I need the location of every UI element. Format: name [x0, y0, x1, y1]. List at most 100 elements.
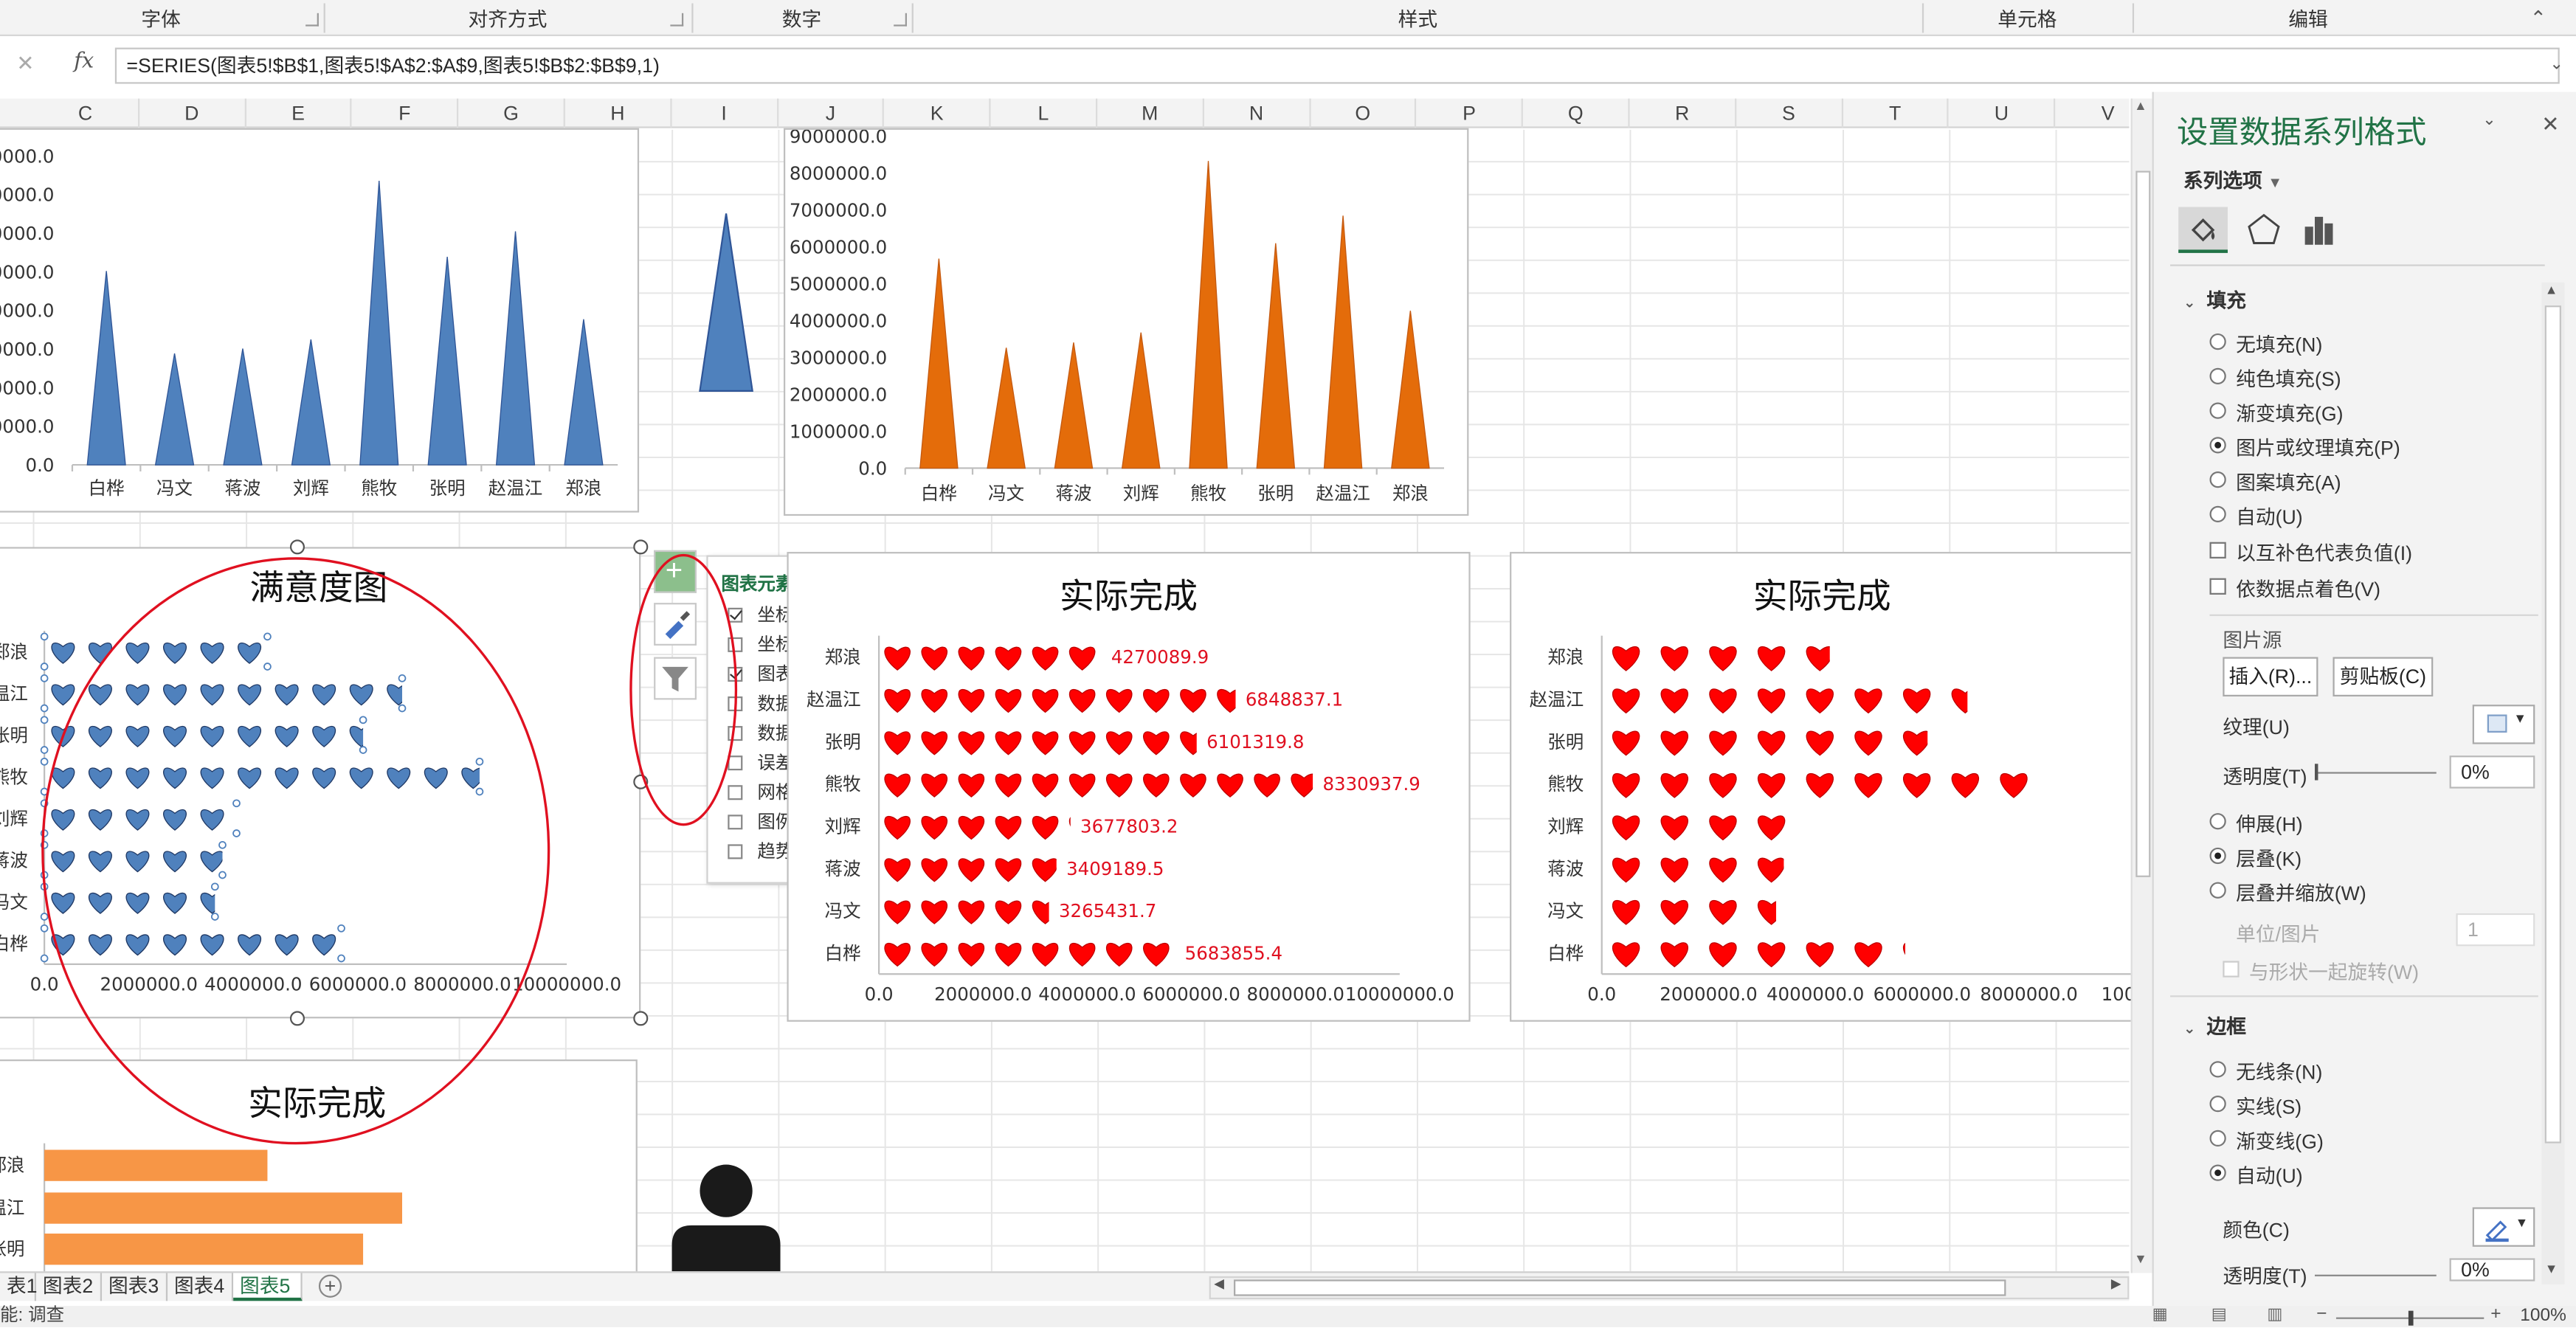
pane-scrollbar[interactable]: ▲ ▼ [2541, 282, 2565, 1285]
formula-input[interactable]: =SERIES(图表5!$B$1,图表5!$A$2:$A$9,图表5!$B$2:… [114, 47, 2560, 84]
fill-section-header[interactable]: ⌄ 填充 [2183, 286, 2246, 314]
scroll-down-icon[interactable]: ▼ [2545, 1262, 2558, 1276]
chart-element-item[interactable]: 图例 [728, 810, 793, 837]
launcher-icon[interactable] [670, 13, 684, 27]
chart-element-checkbox[interactable] [728, 607, 743, 623]
column-header[interactable]: P [1417, 98, 1524, 128]
chart-filters-button[interactable] [654, 657, 697, 700]
units-input[interactable]: 1 [2456, 913, 2535, 947]
sheet-tab[interactable]: 图表4 [168, 1273, 234, 1301]
texture-dropdown[interactable]: ▼ [2472, 705, 2535, 744]
zoom-out-icon[interactable]: − [2316, 1304, 2327, 1324]
column-header[interactable]: S [1736, 98, 1843, 128]
effects-tab[interactable] [2240, 207, 2289, 253]
chart-element-checkbox[interactable] [728, 637, 743, 652]
horizontal-scrollbar[interactable]: ◀ ▶ [1209, 1276, 2130, 1300]
scroll-left-icon[interactable]: ◀ [1214, 1276, 1224, 1291]
column-header[interactable]: O [1311, 98, 1418, 128]
sheet-tab[interactable]: 图表5 [233, 1273, 303, 1301]
scroll-up-icon[interactable]: ▲ [2134, 99, 2147, 114]
transparency-input[interactable]: 0% [2449, 755, 2535, 789]
sheet-tab[interactable]: 表1 [0, 1273, 38, 1301]
vertical-scroll-thumb[interactable] [2135, 170, 2151, 877]
page-break-icon[interactable]: ▥ [2267, 1306, 2282, 1324]
column-header[interactable]: Q [1523, 98, 1630, 128]
column-header[interactable]: F [352, 98, 459, 128]
stretch-radio[interactable] [2209, 813, 2226, 830]
column-header[interactable]: R [1630, 98, 1736, 128]
page-layout-icon[interactable]: ▤ [2211, 1306, 2227, 1324]
chart-element-checkbox[interactable] [728, 726, 743, 741]
stack-scale-radio[interactable] [2209, 882, 2226, 899]
chart-elements-button[interactable]: + [654, 550, 697, 593]
column-header[interactable]: L [991, 98, 1098, 128]
chart-element-checkbox[interactable] [728, 815, 743, 830]
border-section-header[interactable]: ⌄ 边框 [2183, 1011, 2246, 1040]
clipboard-button[interactable]: 剪贴板(C) [2332, 657, 2434, 696]
fill-option-radio[interactable] [2209, 402, 2226, 419]
fx-icon[interactable]: fx [74, 49, 94, 74]
series-options-dropdown[interactable]: 系列选项 ▼ [2183, 166, 2282, 194]
column-header[interactable]: D [139, 98, 246, 128]
fill-line-tab[interactable] [2178, 207, 2228, 253]
column-header[interactable]: T [1843, 98, 1950, 128]
chart-actual[interactable]: 实际完成 0.0 2000000.0 4000000.0 6000000.0 80000… [1510, 552, 2135, 1022]
column-header[interactable]: J [778, 98, 885, 128]
sheet-tab[interactable]: 图表2 [36, 1273, 103, 1301]
transparency2-slider[interactable] [2314, 1274, 2437, 1276]
column-header[interactable]: K [885, 98, 991, 128]
border-option-radio[interactable] [2209, 1096, 2226, 1113]
expand-formula-icon[interactable]: ⌄ [2549, 56, 2563, 74]
chart-element-checkbox[interactable] [728, 696, 743, 712]
vertical-scrollbar[interactable]: ▲ ▼ [2130, 98, 2154, 1273]
column-header[interactable]: G [459, 98, 565, 128]
fill-option-radio[interactable] [2209, 367, 2226, 384]
transparency2-input[interactable]: 0% [2449, 1258, 2535, 1282]
chart-element-checkbox[interactable] [728, 785, 743, 800]
scroll-right-icon[interactable]: ▶ [2111, 1276, 2121, 1291]
person-icon[interactable] [666, 1163, 787, 1278]
chart-styles-button[interactable] [654, 603, 697, 646]
selection-handles[interactable] [0, 539, 657, 1031]
column-header[interactable]: M [1097, 98, 1204, 128]
chart-actual-orange[interactable]: 实际完成 张明温江郑浪 [0, 1059, 638, 1283]
sheet-tab[interactable]: 图表3 [102, 1273, 168, 1301]
close-icon[interactable]: ✕ [2541, 111, 2559, 138]
fill-option-radio[interactable] [2209, 333, 2226, 350]
scroll-down-icon[interactable]: ▼ [2134, 1252, 2147, 1267]
launcher-icon[interactable] [894, 13, 907, 27]
column-header[interactable]: N [1204, 98, 1311, 128]
stack-radio[interactable] [2209, 847, 2226, 865]
chart-actual-labels[interactable]: 实际完成 0.0 2000000.0 4000000.0 6000000.0 80000… [787, 552, 1471, 1022]
transparency-slider[interactable] [2314, 764, 2437, 781]
chart-blue-area[interactable]: 0.0 0000.0 0000.0 0000.0 0000.0 0000.0 0000.0 0… [0, 128, 640, 513]
launcher-icon[interactable] [305, 13, 319, 27]
fill-option-radio[interactable] [2209, 437, 2226, 454]
chart-element-checkbox[interactable] [728, 666, 743, 682]
column-header[interactable]: U [1949, 98, 2056, 128]
vary-colors-checkbox[interactable] [2209, 578, 2226, 595]
add-sheet-icon[interactable]: + [318, 1274, 342, 1298]
chart-element-checkbox[interactable] [728, 844, 743, 860]
border-option-radio[interactable] [2209, 1061, 2226, 1078]
column-header[interactable]: E [246, 98, 353, 128]
color-dropdown[interactable]: ▼ [2472, 1207, 2535, 1247]
pane-menu-icon[interactable]: ⌄ [2482, 111, 2496, 129]
fill-option-radio[interactable] [2209, 505, 2226, 522]
border-option-radio[interactable] [2209, 1164, 2226, 1181]
border-option-radio[interactable] [2209, 1130, 2226, 1147]
chart-element-checkbox[interactable] [728, 755, 743, 771]
zoom-level[interactable]: 100% [2520, 1306, 2566, 1327]
cancel-icon[interactable]: ✕ [16, 51, 34, 77]
normal-view-icon[interactable]: ▦ [2152, 1306, 2168, 1324]
zoom-slider[interactable] [2335, 1310, 2485, 1326]
rotate-with-shape-checkbox[interactable] [2223, 961, 2240, 978]
series-options-tab[interactable] [2293, 207, 2343, 253]
column-header[interactable]: C [33, 98, 139, 128]
pane-scroll-thumb[interactable] [2544, 305, 2561, 1144]
insert-button[interactable]: 插入(R)... [2223, 657, 2318, 696]
zoom-in-icon[interactable]: + [2490, 1304, 2501, 1324]
triangle-shape[interactable] [697, 210, 756, 394]
column-header[interactable]: I [671, 98, 778, 128]
scroll-up-icon[interactable]: ▲ [2545, 283, 2558, 297]
